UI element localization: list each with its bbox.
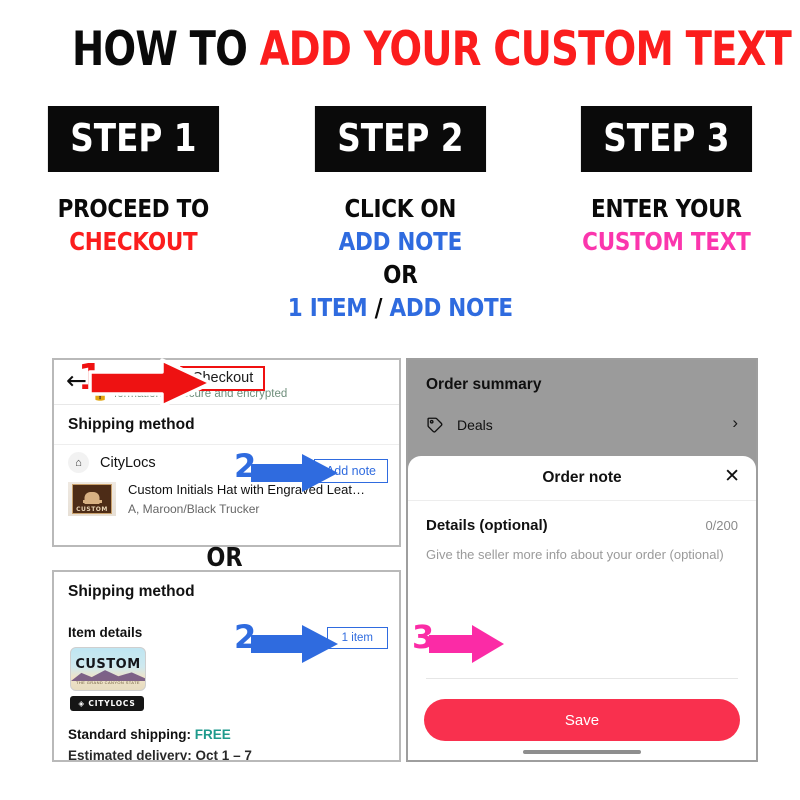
save-button[interactable]: Save [424,699,740,741]
close-icon[interactable]: ✕ [724,467,740,486]
step-caption-2-line-1: CLICK ON [344,194,456,223]
step-caption-3-line-2: CUSTOM TEXT [582,227,752,256]
step-badge-3: STEP 3 [581,106,753,172]
home-indicator [523,750,641,754]
step-caption-2-line-2: ADD NOTE [338,227,462,256]
order-note-sheet: Order note ✕ Details (optional) 0/200 Gi… [408,456,756,760]
step-caption-2: CLICK ON ADD NOTE OR 1 ITEM / ADD NOTE [285,192,514,324]
plate-subtitle: THE GRAND CANYON STATE [76,680,140,685]
standard-shipping-label: Standard shipping: [68,727,191,742]
step-caption-3: ENTER YOUR CUSTOM TEXT [552,192,781,258]
shipping-method-heading: Shipping method [54,405,399,445]
step-caption-2-line-4: 1 ITEM / ADD NOTE [285,291,514,324]
step-caption-2-slash: / [367,293,390,322]
deals-label: Deals [457,417,493,433]
step-caption-1-line-1: PROCEED TO [57,194,210,223]
step-caption-2-one-item: 1 ITEM [287,293,368,322]
step-caption-2-add-note: ADD NOTE [389,293,513,322]
sheet-title: Order note [542,469,622,486]
screenshot-order-note: Order summary Deals › Order note ✕ Detai… [406,358,758,762]
store-icon: ⌂ [68,452,89,473]
step-badge-1: STEP 1 [47,106,219,172]
callout-arrow-pink [429,625,504,663]
chevron-right-icon[interactable]: › [732,413,738,433]
step-caption-1: PROCEED TO CHECKOUT [19,192,248,258]
seller-name: CityLocs [100,454,156,471]
details-row: Details (optional) 0/200 [408,501,756,534]
step-column-2: STEP 2 CLICK ON ADD NOTE OR 1 ITEM / ADD… [267,106,534,324]
page-title-black: HOW TO [72,22,260,77]
callout-arrow-blue-a [251,454,338,492]
shipping-method-heading-2: Shipping method [68,583,195,600]
steps-row: STEP 1 PROCEED TO CHECKOUT STEP 2 CLICK … [0,106,800,324]
infographic-page: HOW TO ADD YOUR CUSTOM TEXT STEP 1 PROCE… [0,0,800,800]
note-textarea[interactable]: Give the seller more info about your ord… [408,534,756,565]
callout-arrow-red [88,358,213,408]
screenshot-item-details: Shipping method Item details 1 item CUST… [52,570,401,762]
or-divider: OR [206,543,243,573]
sheet-divider [426,678,738,679]
step-caption-2-line-3: OR [382,260,418,289]
license-plate-art: CUSTOM THE GRAND CANYON STATE [70,647,146,691]
step-column-3: STEP 3 ENTER YOUR CUSTOM TEXT [533,106,800,324]
character-counter: 0/200 [705,518,738,533]
order-summary-title: Order summary [426,376,542,393]
page-title: HOW TO ADD YOUR CUSTOM TEXT [72,26,792,73]
callout-arrow-blue-b [251,625,338,663]
hat-base-shape [82,500,102,503]
step-caption-3-line-1: ENTER YOUR [591,194,742,223]
plate-custom-word: CUSTOM [75,657,141,672]
hat-custom-word: CUSTOM [76,506,108,513]
step-column-1: STEP 1 PROCEED TO CHECKOUT [0,106,267,324]
step-badge-2: STEP 2 [314,106,486,172]
plate-thumbnail: CUSTOM THE GRAND CANYON STATE ◈ CITYLOCS [70,647,146,711]
standard-shipping-row: Standard shipping: FREE [68,727,231,742]
details-label: Details (optional) [426,517,548,534]
dimmed-order-summary: Order summary Deals › [408,360,756,434]
standard-shipping-value: FREE [194,727,231,742]
step-caption-1-line-2: CHECKOUT [69,227,198,256]
product-variant: A, Maroon/Black Trucker [128,501,260,516]
hat-patch-art: CUSTOM [72,484,112,514]
page-title-red: ADD YOUR CUSTOM TEXT [259,22,792,77]
sheet-header: Order note ✕ [408,456,756,501]
product-row: CUSTOM Custom Initials Hat with Engraved… [54,478,399,516]
citylocs-brand-badge: ◈ CITYLOCS [70,696,144,711]
product-thumbnail: CUSTOM [68,482,116,516]
tag-icon [427,417,443,433]
estimated-delivery-label: Estimated delivery: Oct 1 – 7 [68,748,252,762]
deals-row[interactable]: Deals › [408,413,756,434]
